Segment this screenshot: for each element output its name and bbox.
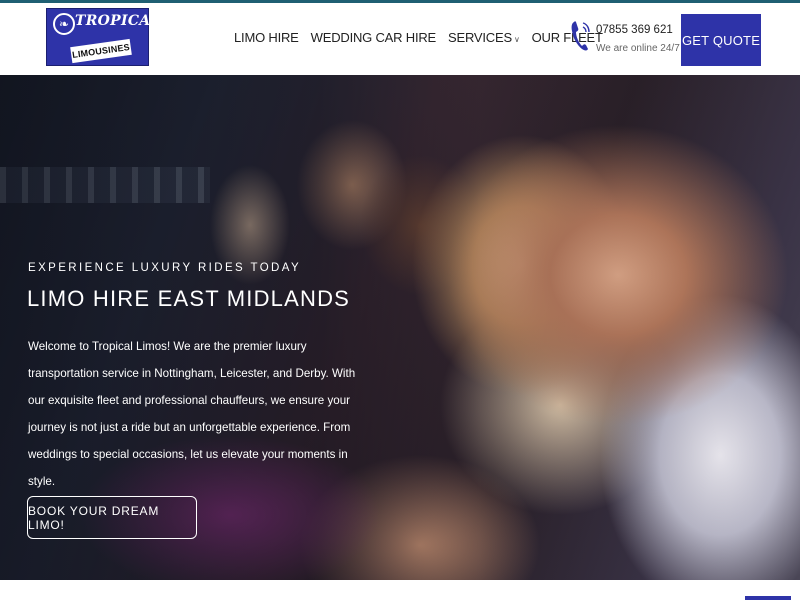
nav-item-limo-hire[interactable]: LIMO HIRE — [234, 30, 299, 45]
chevron-down-icon: ∨ — [513, 35, 520, 44]
book-limo-button[interactable]: BOOK YOUR DREAM LIMO! — [27, 496, 197, 539]
nav-item-services[interactable]: SERVICES ∨ — [448, 30, 520, 45]
nav-item-services-label: SERVICES — [448, 30, 512, 45]
page-content-start — [0, 580, 800, 600]
hero-banner: EXPERIENCE LUXURY RIDES TODAY LIMO HIRE … — [0, 75, 800, 580]
main-nav: LIMO HIRE WEDDING CAR HIRE SERVICES ∨ OUR… — [234, 30, 615, 45]
logo[interactable]: ❧ TROPICAL LIMOUSINES — [46, 8, 161, 66]
availability-text: We are online 24/7 — [596, 43, 680, 54]
site-header: ❧ TROPICAL LIMOUSINES LIMO HIRE WEDDING … — [0, 3, 800, 75]
hero-description: Welcome to Tropical Limos! We are the pr… — [28, 340, 356, 488]
phone-number[interactable]: 07855 369 621 — [596, 24, 673, 36]
get-quote-button[interactable]: GET QUOTE — [681, 14, 761, 66]
hero-eyebrow: EXPERIENCE LUXURY RIDES TODAY — [28, 262, 302, 274]
logo-text-secondary: LIMOUSINES — [70, 38, 132, 64]
nav-item-our-fleet[interactable]: OUR FLEET — [532, 30, 603, 45]
hero-title: LIMO HIRE EAST MIDLANDS — [27, 286, 351, 311]
palm-icon: ❧ — [53, 13, 75, 35]
nav-item-wedding-car-hire[interactable]: WEDDING CAR HIRE — [311, 30, 437, 45]
scroll-to-top-button[interactable] — [745, 596, 791, 600]
phone-icon[interactable] — [569, 19, 591, 53]
logo-text-primary: TROPICAL — [75, 13, 161, 29]
